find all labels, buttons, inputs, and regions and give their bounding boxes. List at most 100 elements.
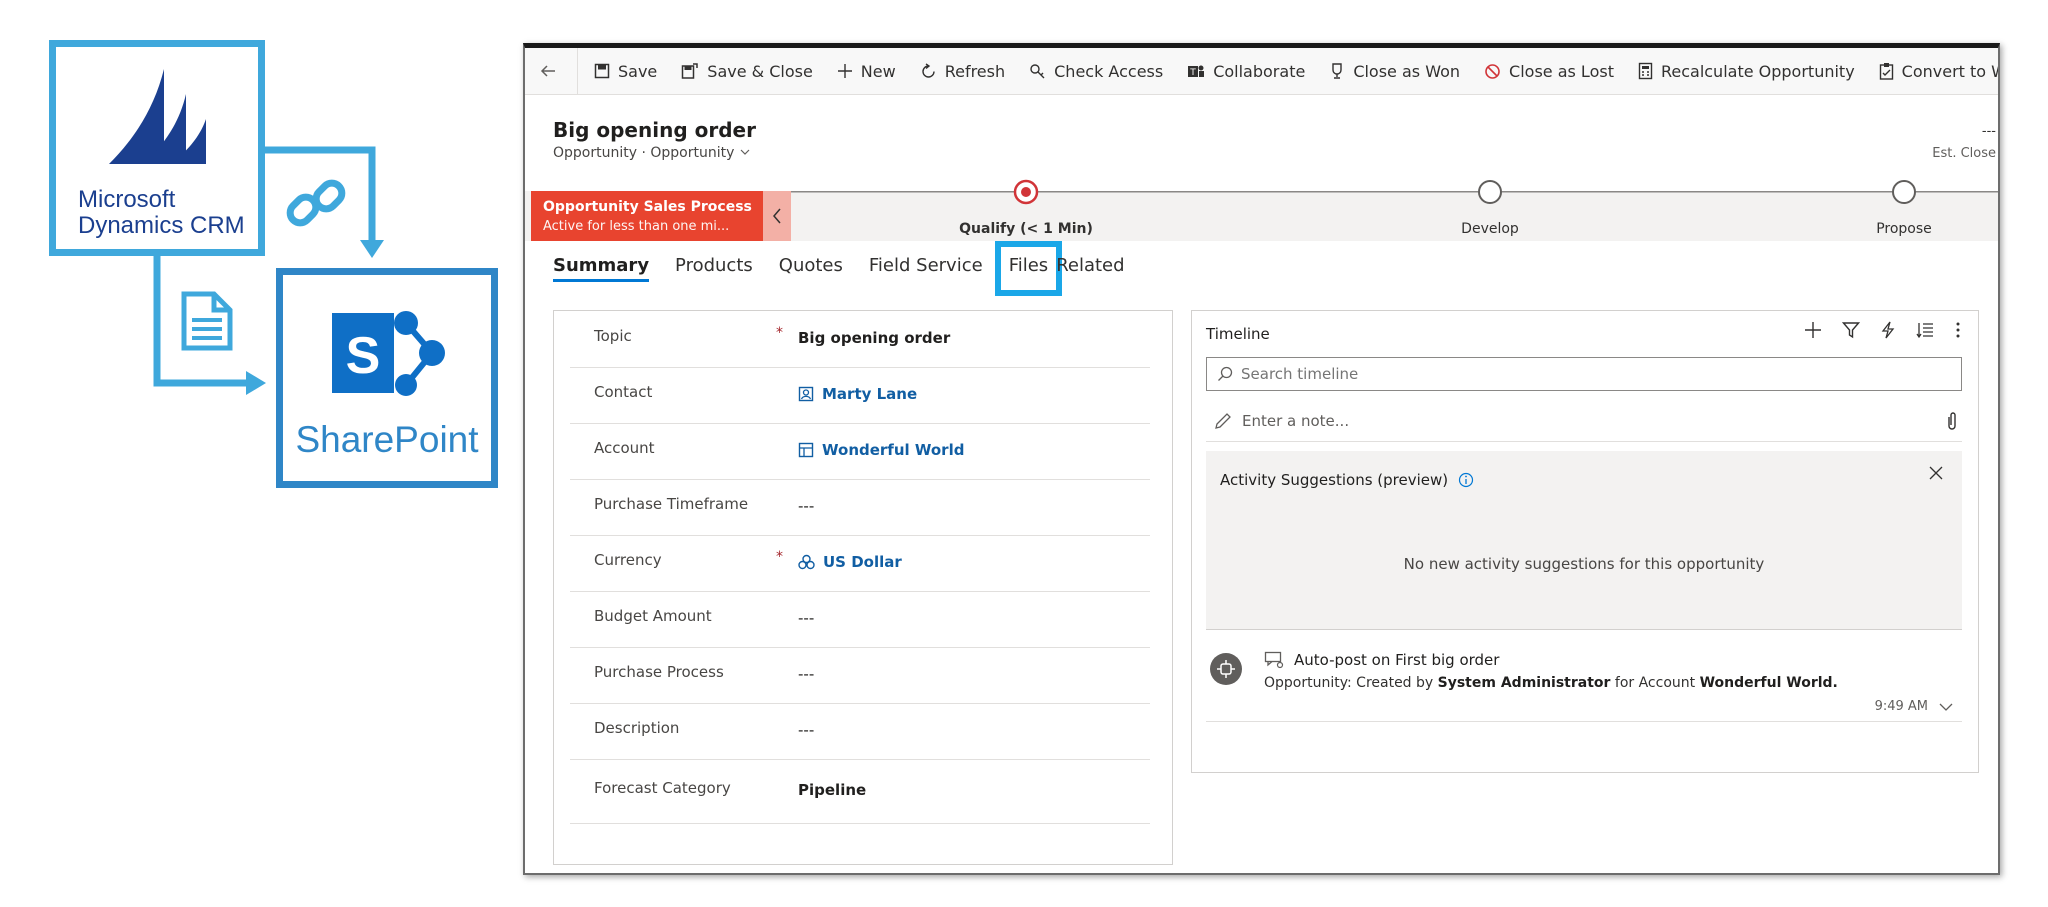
field-value-topic[interactable]: Big opening order [798, 329, 950, 347]
field-value-currency[interactable]: US Dollar [798, 553, 902, 571]
form-selector-label: Opportunity [650, 145, 735, 161]
plus-icon [837, 64, 852, 78]
field-label: Contact [594, 383, 653, 401]
field-row-topic: Topic * Big opening order [570, 311, 1150, 368]
new-button[interactable]: New [825, 48, 908, 94]
field-value-text: --- [798, 609, 815, 627]
lightning-icon[interactable] [1880, 321, 1896, 339]
chevron-down-icon[interactable] [1938, 702, 1954, 712]
target-icon [1013, 179, 1039, 205]
field-row-account: Account Wonderful World [570, 423, 1150, 480]
field-row-description: Description --- [570, 703, 1150, 760]
field-value-description[interactable]: --- [798, 721, 814, 739]
back-arrow-icon [540, 65, 555, 77]
currency-icon [798, 554, 815, 570]
stage-develop-marker[interactable] [1477, 179, 1503, 209]
post-body: Opportunity: Created by System Administr… [1264, 675, 1838, 691]
process-tile[interactable]: Opportunity Sales Process Active for les… [531, 191, 763, 241]
stage-qualify-label[interactable]: Qualify (< 1 Min) [959, 221, 1093, 237]
record-entity: Opportunity [553, 145, 638, 161]
svg-text:S: S [346, 327, 381, 385]
save-close-button[interactable]: Save & Close [669, 48, 825, 94]
field-label: Account [594, 439, 655, 457]
tab-products[interactable]: Products [675, 255, 753, 282]
save-close-label: Save & Close [707, 61, 813, 81]
teams-icon: T [1188, 65, 1205, 78]
refresh-label: Refresh [944, 61, 1006, 81]
post-title: Auto-post on First big order [1264, 651, 1499, 669]
filter-icon[interactable] [1842, 321, 1860, 339]
close-icon[interactable] [1928, 465, 1944, 481]
convert-to-work-order-button[interactable]: Convert to Work Ord [1867, 48, 1998, 94]
field-row-forecast-category: Forecast Category Pipeline [570, 759, 1150, 824]
attachment-icon[interactable] [1946, 411, 1958, 431]
field-row-purchase-timeframe: Purchase Timeframe --- [570, 479, 1150, 536]
tab-related[interactable]: Related [1056, 255, 1124, 282]
stage-qualify-marker[interactable] [1013, 179, 1039, 209]
tab-summary[interactable]: Summary [553, 255, 650, 282]
sort-list-icon[interactable] [1916, 321, 1934, 339]
field-value-forecast-category[interactable]: Pipeline [798, 781, 866, 799]
chevron-left-icon [773, 208, 781, 224]
search-icon [1218, 366, 1233, 381]
convert-to-work-order-label: Convert to Work Ord [1901, 61, 1998, 81]
stage-track: Qualify (< 1 Min) Develop Propose [791, 179, 1998, 241]
plus-icon[interactable] [1804, 321, 1822, 339]
field-value-account[interactable]: Wonderful World [798, 441, 964, 459]
post-timestamp: 9:49 AM [1875, 699, 1954, 714]
tab-quotes[interactable]: Quotes [779, 255, 843, 282]
timeline-title: Timeline [1206, 325, 1270, 343]
record-title: Big opening order [553, 118, 756, 142]
recalculate-opportunity-label: Recalculate Opportunity [1660, 61, 1855, 81]
crm-label-line2: Dynamics CRM [78, 212, 245, 239]
summary-form: Topic * Big opening order Contact Marty … [553, 310, 1173, 865]
save-button[interactable]: Save [582, 48, 669, 94]
process-collapse-button[interactable] [763, 191, 791, 241]
form-selector[interactable]: Opportunity [650, 145, 750, 161]
sharepoint-tile: S SharePoint [276, 268, 498, 488]
calculator-icon [1638, 62, 1653, 80]
field-label: Topic [594, 327, 632, 345]
stage-propose-label[interactable]: Propose [1876, 221, 1932, 237]
bot-icon [1217, 660, 1235, 678]
more-options-icon[interactable] [1954, 321, 1962, 339]
timeline-post[interactable]: Auto-post on First big order Opportunity… [1206, 639, 1962, 722]
svg-text:T: T [1189, 68, 1196, 78]
stage-propose-marker[interactable] [1891, 179, 1917, 209]
close-as-lost-button[interactable]: Close as Lost [1472, 48, 1626, 94]
post-body-middle: for Account [1610, 675, 1700, 691]
stage-circle-icon [1892, 180, 1916, 204]
field-value-purchase-timeframe[interactable]: --- [798, 497, 814, 515]
timeline-panel: Timeline Enter a note... Activity Sugges… [1191, 310, 1979, 773]
close-as-won-button[interactable]: Close as Won [1317, 48, 1472, 94]
sharepoint-label: SharePoint [295, 419, 479, 460]
field-value-purchase-process[interactable]: --- [798, 665, 814, 683]
field-value-text: Wonderful World [822, 441, 965, 459]
field-value-contact[interactable]: Marty Lane [798, 385, 917, 403]
refresh-icon [922, 62, 935, 78]
refresh-button[interactable]: Refresh [908, 48, 1017, 94]
check-access-button[interactable]: Check Access [1017, 48, 1175, 94]
chevron-down-icon [740, 149, 750, 155]
stage-develop-label[interactable]: Develop [1461, 221, 1519, 237]
tab-field-service[interactable]: Field Service [869, 255, 983, 282]
field-row-currency: Currency * US Dollar [570, 535, 1150, 592]
info-icon[interactable] [1458, 472, 1474, 488]
sharepoint-logo-icon: S [332, 311, 445, 396]
process-status: Active for less than one mi... [543, 219, 730, 234]
close-as-lost-label: Close as Lost [1509, 61, 1614, 81]
recalculate-opportunity-button[interactable]: Recalculate Opportunity [1626, 48, 1867, 94]
timeline-search-input[interactable] [1239, 364, 1943, 384]
field-value-budget-amount[interactable]: --- [798, 609, 814, 627]
tab-files[interactable]: Files [994, 241, 1063, 296]
post-target: Wonderful World. [1699, 675, 1838, 691]
block-icon [1485, 63, 1500, 79]
activity-suggestions: Activity Suggestions (preview) No new ac… [1206, 451, 1962, 630]
note-entry[interactable]: Enter a note... [1206, 401, 1962, 442]
dynamics-crm-logo-icon [109, 69, 206, 164]
field-value-text: --- [798, 497, 815, 515]
back-button[interactable] [525, 48, 578, 94]
link-chain-icon [286, 179, 346, 227]
field-value-text: --- [798, 721, 815, 739]
collaborate-button[interactable]: T Collaborate [1175, 48, 1317, 94]
